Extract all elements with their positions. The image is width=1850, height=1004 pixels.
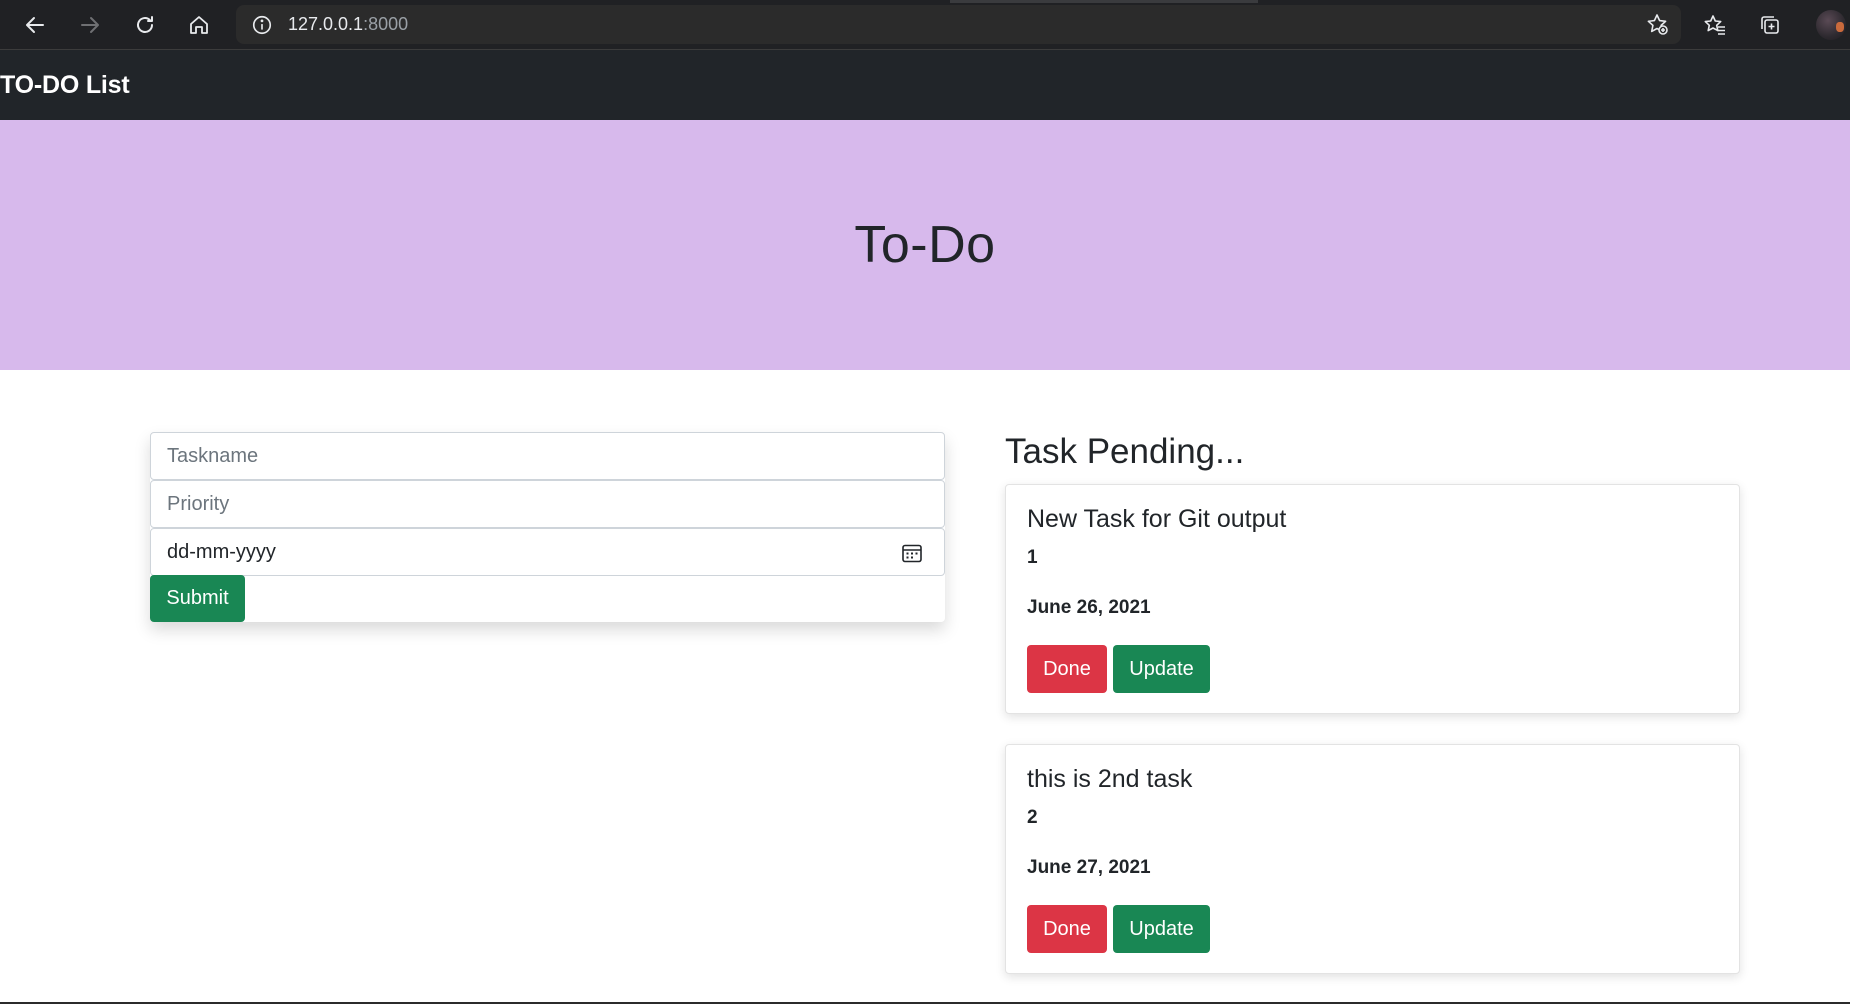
tasks-heading: Task Pending... bbox=[1005, 432, 1245, 471]
task-card: New Task for Git output 1 June 26, 2021 … bbox=[1005, 484, 1740, 714]
task-name: this is 2nd task bbox=[1027, 765, 1193, 793]
arrow-right-icon bbox=[81, 17, 99, 33]
task-card: this is 2nd task 2 June 27, 2021 Done Up… bbox=[1005, 744, 1740, 974]
task-name: New Task for Git output bbox=[1027, 505, 1287, 533]
taskname-placeholder: Taskname bbox=[167, 444, 259, 467]
favorites-button[interactable] bbox=[1697, 7, 1733, 43]
home-button[interactable] bbox=[181, 7, 217, 43]
date-input-value: dd-mm-yyyy bbox=[167, 540, 276, 563]
reload-button[interactable] bbox=[127, 7, 163, 43]
app-navbar: TO-DO List bbox=[0, 50, 1850, 120]
page-title: To-Do bbox=[854, 216, 996, 274]
home-icon bbox=[190, 16, 208, 34]
task-date: June 27, 2021 bbox=[1027, 857, 1151, 878]
update-button[interactable]: Update bbox=[1113, 905, 1210, 953]
hero-banner: To-Do bbox=[0, 120, 1850, 370]
tab-indicator bbox=[950, 0, 1258, 3]
add-task-form: Taskname Priority dd-mm-yyyy Submit bbox=[150, 432, 945, 622]
task-priority: 1 bbox=[1027, 547, 1038, 568]
task-priority: 2 bbox=[1027, 807, 1038, 828]
task-date: June 26, 2021 bbox=[1027, 597, 1151, 618]
priority-placeholder: Priority bbox=[167, 492, 230, 515]
favorites-icon bbox=[1704, 15, 1725, 35]
url-host: 127.0.0.1 bbox=[288, 14, 364, 34]
info-icon bbox=[252, 15, 272, 34]
profile-avatar[interactable] bbox=[1816, 10, 1846, 40]
forward-button[interactable] bbox=[72, 7, 108, 43]
url-port: :8000 bbox=[363, 14, 409, 34]
update-button[interactable]: Update bbox=[1113, 645, 1210, 693]
collections-icon bbox=[1761, 16, 1779, 34]
done-button[interactable]: Done bbox=[1027, 905, 1107, 953]
reload-icon bbox=[137, 16, 153, 33]
navbar-brand[interactable]: TO-DO List bbox=[0, 71, 130, 100]
taskname-input[interactable]: Taskname bbox=[150, 432, 945, 480]
calendar-icon[interactable] bbox=[900, 541, 924, 565]
site-info-button[interactable] bbox=[250, 13, 274, 37]
back-button[interactable] bbox=[17, 7, 53, 43]
collections-button[interactable] bbox=[1752, 7, 1788, 43]
date-input[interactable]: dd-mm-yyyy bbox=[150, 528, 945, 576]
arrow-left-icon bbox=[26, 17, 44, 33]
browser-toolbar: 127.0.0.1:8000 bbox=[0, 0, 1850, 50]
submit-button[interactable]: Submit bbox=[150, 575, 245, 622]
done-button[interactable]: Done bbox=[1027, 645, 1107, 693]
address-bar[interactable]: 127.0.0.1:8000 bbox=[236, 5, 1681, 44]
star-add-icon[interactable] bbox=[1645, 12, 1669, 36]
priority-input[interactable]: Priority bbox=[150, 480, 945, 528]
